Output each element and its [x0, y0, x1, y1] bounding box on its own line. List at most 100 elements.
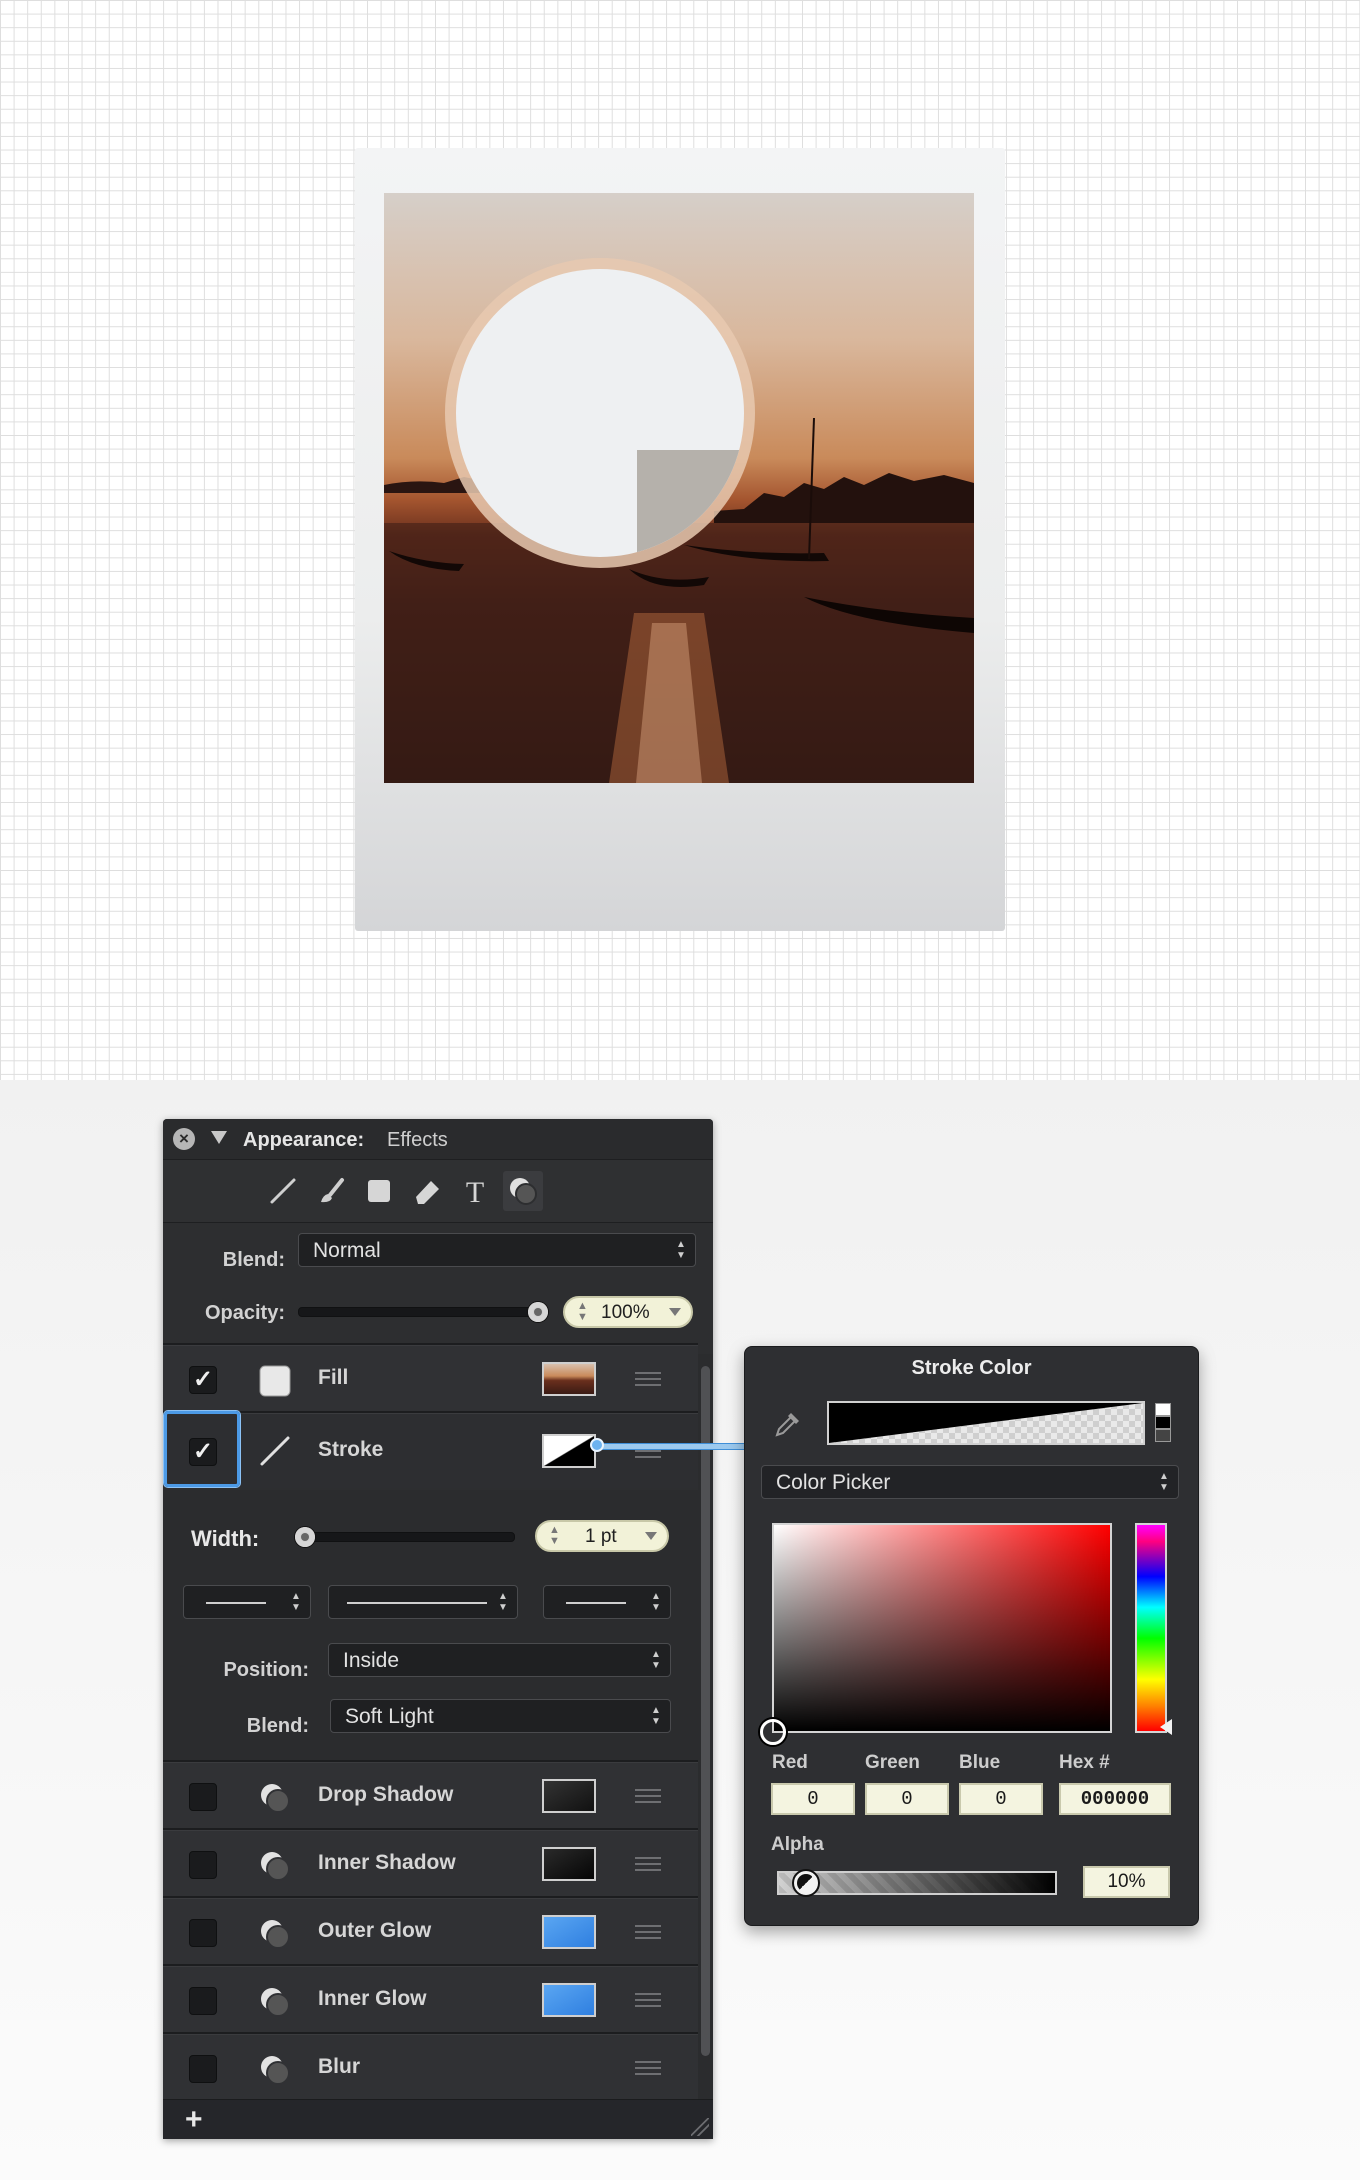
- fill-tool-icon[interactable]: [359, 1171, 399, 1211]
- green-label: Green: [865, 1752, 920, 1773]
- drop-shadow-swatch[interactable]: [542, 1779, 596, 1813]
- color-mode-value: Color Picker: [776, 1471, 891, 1494]
- effects-icon: [261, 1988, 290, 2017]
- hex-field[interactable]: 000000: [1059, 1783, 1171, 1815]
- white-swatch[interactable]: [1155, 1403, 1171, 1416]
- stroke-settings-section: Width: ▲ ▼ 1 pt ▲ ▼ ▲ ▼ ▲ ▼ Position: Inside…: [163, 1490, 698, 1760]
- fill-swatch-photo[interactable]: [542, 1362, 596, 1396]
- stroke-position-select[interactable]: Inside ▲ ▼: [328, 1643, 671, 1677]
- position-label: Position:: [223, 1659, 309, 1681]
- scrollbar-thumb[interactable]: [701, 1366, 710, 2056]
- blend-mode-select[interactable]: Normal ▲ ▼: [298, 1233, 696, 1267]
- opacity-slider-knob[interactable]: [528, 1302, 548, 1322]
- blue-field[interactable]: 0: [959, 1783, 1043, 1815]
- rectangle-shape[interactable]: [637, 450, 744, 557]
- blend-mode-value: Normal: [313, 1239, 381, 1262]
- effect-row-fill[interactable]: ✓ Fill: [163, 1345, 698, 1412]
- outer-glow-checkbox[interactable]: [189, 1919, 217, 1947]
- color-preview-fill: [829, 1403, 1143, 1443]
- stroke-end-cap-select[interactable]: ▲ ▼: [543, 1585, 671, 1619]
- select-arrows-icon: ▲ ▼: [498, 1591, 508, 1613]
- width-slider[interactable]: [295, 1532, 515, 1542]
- effects-tool-icon[interactable]: [503, 1171, 543, 1211]
- opacity-slider[interactable]: [298, 1307, 540, 1317]
- text-tool-icon[interactable]: T: [455, 1171, 495, 1211]
- stroke-dash-select[interactable]: ▲ ▼: [328, 1585, 518, 1619]
- brush-tool-icon[interactable]: [311, 1171, 351, 1211]
- line-style-icon: [206, 1602, 266, 1604]
- gray-swatch[interactable]: [1155, 1429, 1171, 1442]
- effects-icon: [261, 1784, 290, 1813]
- eyedropper-icon[interactable]: [771, 1407, 805, 1441]
- line-style-icon: [347, 1602, 487, 1604]
- inner-shadow-checkbox[interactable]: [189, 1851, 217, 1879]
- fill-icon: [259, 1365, 291, 1397]
- select-arrows-icon: ▲ ▼: [291, 1591, 301, 1613]
- stepper-icon[interactable]: ▲ ▼: [549, 1525, 560, 1547]
- effect-row-stroke[interactable]: ✓ Stroke: [163, 1413, 698, 1488]
- outer-glow-swatch[interactable]: [542, 1915, 596, 1949]
- popover-anchor-dot: [590, 1438, 604, 1452]
- eraser-tool-icon[interactable]: [407, 1171, 447, 1211]
- alpha-field[interactable]: 10%: [1083, 1866, 1170, 1898]
- stroke-tool-icon[interactable]: [263, 1171, 303, 1211]
- drop-shadow-checkbox[interactable]: [189, 1783, 217, 1811]
- saturation-brightness-area[interactable]: [772, 1523, 1112, 1733]
- dropdown-icon[interactable]: [669, 1308, 681, 1316]
- opacity-field[interactable]: ▲ ▼ 100%: [563, 1296, 693, 1328]
- drag-handle-icon[interactable]: [635, 1857, 661, 1871]
- select-arrows-icon: ▲ ▼: [676, 1239, 686, 1261]
- stroke-start-cap-select[interactable]: ▲ ▼: [183, 1585, 311, 1619]
- stroke-checkbox-focus-ring: [164, 1411, 240, 1487]
- effect-row-drop-shadow[interactable]: Drop Shadow: [163, 1762, 698, 1829]
- svg-text:T: T: [466, 1176, 484, 1209]
- blend-label: Blend:: [222, 1249, 285, 1271]
- fill-checkbox[interactable]: ✓: [189, 1366, 217, 1394]
- stepper-icon[interactable]: ▲ ▼: [577, 1301, 588, 1323]
- preset-swatches[interactable]: [1155, 1403, 1171, 1443]
- effects-scrollbar[interactable]: [698, 1354, 713, 2139]
- width-slider-knob[interactable]: [295, 1527, 315, 1547]
- inner-shadow-swatch[interactable]: [542, 1847, 596, 1881]
- artboard-canvas: [0, 0, 1360, 1081]
- hue-slider-marker[interactable]: [1160, 1719, 1172, 1735]
- width-field[interactable]: ▲ ▼ 1 pt: [535, 1520, 669, 1552]
- effect-row-blur[interactable]: Blur: [163, 2034, 698, 2101]
- drag-handle-icon[interactable]: [635, 2061, 661, 2075]
- stroke-swatch[interactable]: [542, 1434, 596, 1468]
- effect-name: Inner Glow: [318, 1987, 427, 2010]
- sunset-photo[interactable]: [384, 193, 974, 783]
- select-arrows-icon: ▲ ▼: [651, 1591, 661, 1613]
- circle-shape[interactable]: [456, 269, 744, 557]
- effect-row-outer-glow[interactable]: Outer Glow: [163, 1898, 698, 1965]
- disclosure-triangle-icon[interactable]: [211, 1131, 227, 1144]
- green-field[interactable]: 0: [865, 1783, 949, 1815]
- alpha-slider-knob[interactable]: [792, 1869, 820, 1897]
- effect-name: Stroke: [318, 1438, 384, 1461]
- resize-grip-icon[interactable]: [691, 2118, 709, 2136]
- drag-handle-icon[interactable]: [635, 1789, 661, 1803]
- dropdown-icon[interactable]: [645, 1532, 657, 1540]
- color-mode-select[interactable]: Color Picker ▲ ▼: [761, 1465, 1179, 1499]
- add-effect-button[interactable]: +: [185, 2103, 203, 2137]
- drag-handle-icon[interactable]: [635, 1372, 661, 1386]
- stroke-blend-select[interactable]: Soft Light ▲ ▼: [330, 1699, 671, 1733]
- inner-glow-swatch[interactable]: [542, 1983, 596, 2017]
- polaroid-frame[interactable]: [355, 148, 1005, 931]
- black-swatch[interactable]: [1155, 1416, 1171, 1429]
- panel-title: Appearance:: [243, 1129, 365, 1151]
- effect-row-inner-shadow[interactable]: Inner Shadow: [163, 1830, 698, 1897]
- stroke-color-popover: Stroke Color Color Picker ▲ ▼ Red Green B…: [744, 1346, 1199, 1926]
- color-picker-cursor[interactable]: [760, 1719, 786, 1745]
- blur-checkbox[interactable]: [189, 2055, 217, 2083]
- appearance-toolbar: T: [163, 1160, 713, 1223]
- effect-row-inner-glow[interactable]: Inner Glow: [163, 1966, 698, 2033]
- drag-handle-icon[interactable]: [635, 1925, 661, 1939]
- red-field[interactable]: 0: [771, 1783, 855, 1815]
- drag-handle-icon[interactable]: [635, 1993, 661, 2007]
- inner-glow-checkbox[interactable]: [189, 1987, 217, 2015]
- effects-icon: [261, 1852, 290, 1881]
- close-icon[interactable]: ×: [173, 1128, 195, 1150]
- blue-label: Blue: [959, 1752, 1001, 1773]
- hue-slider[interactable]: [1135, 1523, 1167, 1733]
